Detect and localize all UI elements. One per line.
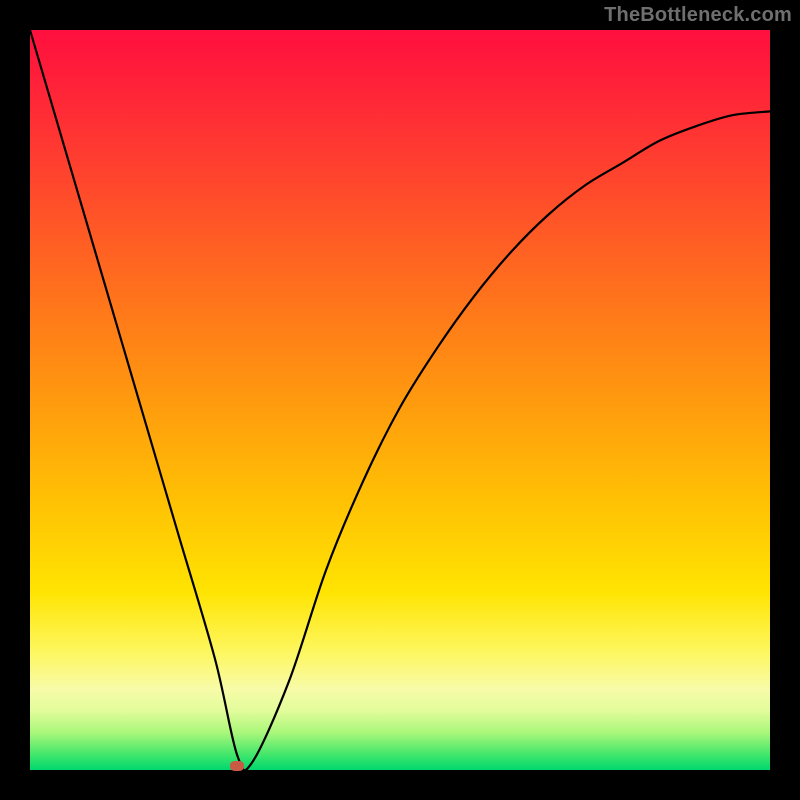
- chart-frame: TheBottleneck.com: [0, 0, 800, 800]
- plot-area: [30, 30, 770, 770]
- bottleneck-curve: [30, 30, 770, 770]
- watermark-text: TheBottleneck.com: [604, 4, 792, 27]
- minimum-marker: [230, 761, 244, 771]
